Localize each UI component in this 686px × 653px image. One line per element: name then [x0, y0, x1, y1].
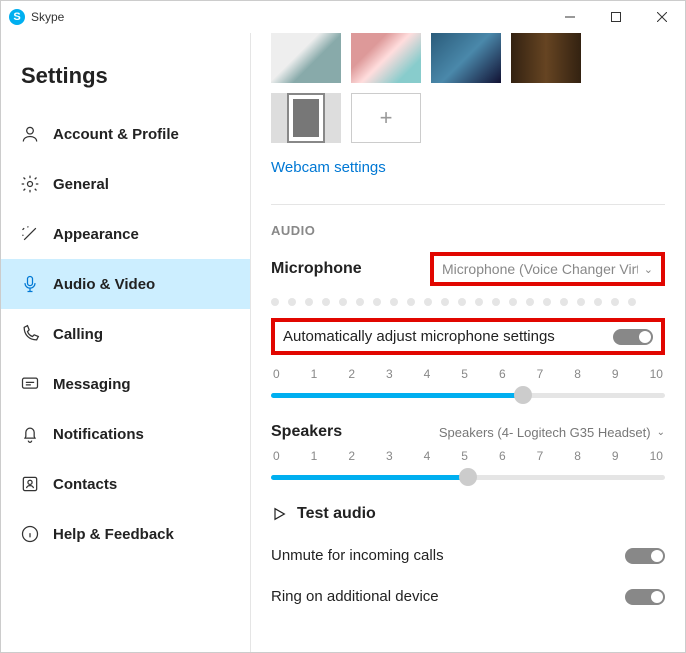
microphone-selected: Microphone (Voice Changer Virtua — [442, 261, 638, 277]
background-thumbnails — [271, 33, 665, 83]
settings-content: + Webcam settings AUDIO Microphone Micro… — [251, 33, 685, 652]
wand-icon — [19, 223, 41, 245]
divider — [271, 204, 665, 205]
sidebar-item-label: General — [53, 176, 109, 193]
minimize-button[interactable] — [547, 1, 593, 33]
mic-level-dots — [271, 298, 665, 306]
webcam-settings-link[interactable]: Webcam settings — [271, 159, 665, 176]
sidebar-item-general[interactable]: General — [1, 159, 250, 209]
sidebar-item-label: Appearance — [53, 226, 139, 243]
unmute-toggle[interactable] — [625, 548, 665, 564]
background-thumb[interactable] — [271, 93, 341, 143]
sidebar-item-label: Notifications — [53, 426, 144, 443]
slider-scale: 012345678910 — [271, 449, 665, 463]
sidebar-item-label: Help & Feedback — [53, 526, 174, 543]
test-audio-button[interactable]: Test audio — [271, 505, 665, 523]
sidebar-item-label: Account & Profile — [53, 126, 179, 143]
window-title: Skype — [31, 10, 64, 24]
ring-toggle[interactable] — [625, 589, 665, 605]
speakers-selected: Speakers (4- Logitech G35 Headset) — [439, 425, 651, 440]
auto-adjust-toggle[interactable] — [613, 329, 653, 345]
add-background-button[interactable]: + — [351, 93, 421, 143]
audio-section-label: AUDIO — [271, 223, 665, 238]
background-thumb[interactable] — [271, 33, 341, 83]
play-icon — [271, 506, 287, 522]
sidebar-item-calling[interactable]: Calling — [1, 309, 250, 359]
person-icon — [19, 123, 41, 145]
sidebar-item-audio-video[interactable]: Audio & Video — [1, 259, 250, 309]
auto-adjust-label: Automatically adjust microphone settings — [283, 328, 613, 345]
sidebar-item-label: Audio & Video — [53, 276, 155, 293]
background-thumb[interactable] — [431, 33, 501, 83]
unmute-label: Unmute for incoming calls — [271, 547, 444, 564]
microphone-icon — [19, 273, 41, 295]
bell-icon — [19, 423, 41, 445]
titlebar: S Skype — [1, 1, 685, 33]
chevron-down-icon: ⌄ — [644, 263, 653, 276]
sidebar-item-account-profile[interactable]: Account & Profile — [1, 109, 250, 159]
info-icon — [19, 523, 41, 545]
skype-logo-icon: S — [9, 9, 25, 25]
contacts-icon — [19, 473, 41, 495]
slider-scale: 012345678910 — [271, 367, 665, 381]
slider-handle[interactable] — [514, 386, 532, 404]
sidebar-item-label: Contacts — [53, 476, 117, 493]
ring-label: Ring on additional device — [271, 588, 439, 605]
message-icon — [19, 373, 41, 395]
speakers-dropdown[interactable]: Speakers (4- Logitech G35 Headset) ⌄ — [439, 425, 665, 440]
microphone-slider[interactable]: 012345678910 — [271, 367, 665, 403]
microphone-label: Microphone — [271, 260, 362, 278]
gear-icon — [19, 173, 41, 195]
chevron-down-icon: ⌄ — [657, 427, 665, 438]
sidebar-item-appearance[interactable]: Appearance — [1, 209, 250, 259]
phone-icon — [19, 323, 41, 345]
background-thumb[interactable] — [351, 33, 421, 83]
speakers-label: Speakers — [271, 423, 342, 441]
microphone-dropdown[interactable]: Microphone (Voice Changer Virtua ⌄ — [430, 252, 665, 286]
settings-heading: Settings — [1, 63, 250, 109]
sidebar-item-label: Calling — [53, 326, 103, 343]
background-thumb[interactable] — [511, 33, 581, 83]
close-button[interactable] — [639, 1, 685, 33]
speakers-slider[interactable]: 012345678910 — [271, 449, 665, 485]
sidebar-item-label: Messaging — [53, 376, 131, 393]
settings-sidebar: Settings Account & Profile General Appea… — [1, 33, 251, 652]
slider-handle[interactable] — [459, 468, 477, 486]
sidebar-item-contacts[interactable]: Contacts — [1, 459, 250, 509]
sidebar-item-help-feedback[interactable]: Help & Feedback — [1, 509, 250, 559]
plus-icon: + — [380, 105, 393, 131]
sidebar-item-notifications[interactable]: Notifications — [1, 409, 250, 459]
sidebar-item-messaging[interactable]: Messaging — [1, 359, 250, 409]
maximize-button[interactable] — [593, 1, 639, 33]
auto-adjust-row: Automatically adjust microphone settings — [271, 318, 665, 355]
